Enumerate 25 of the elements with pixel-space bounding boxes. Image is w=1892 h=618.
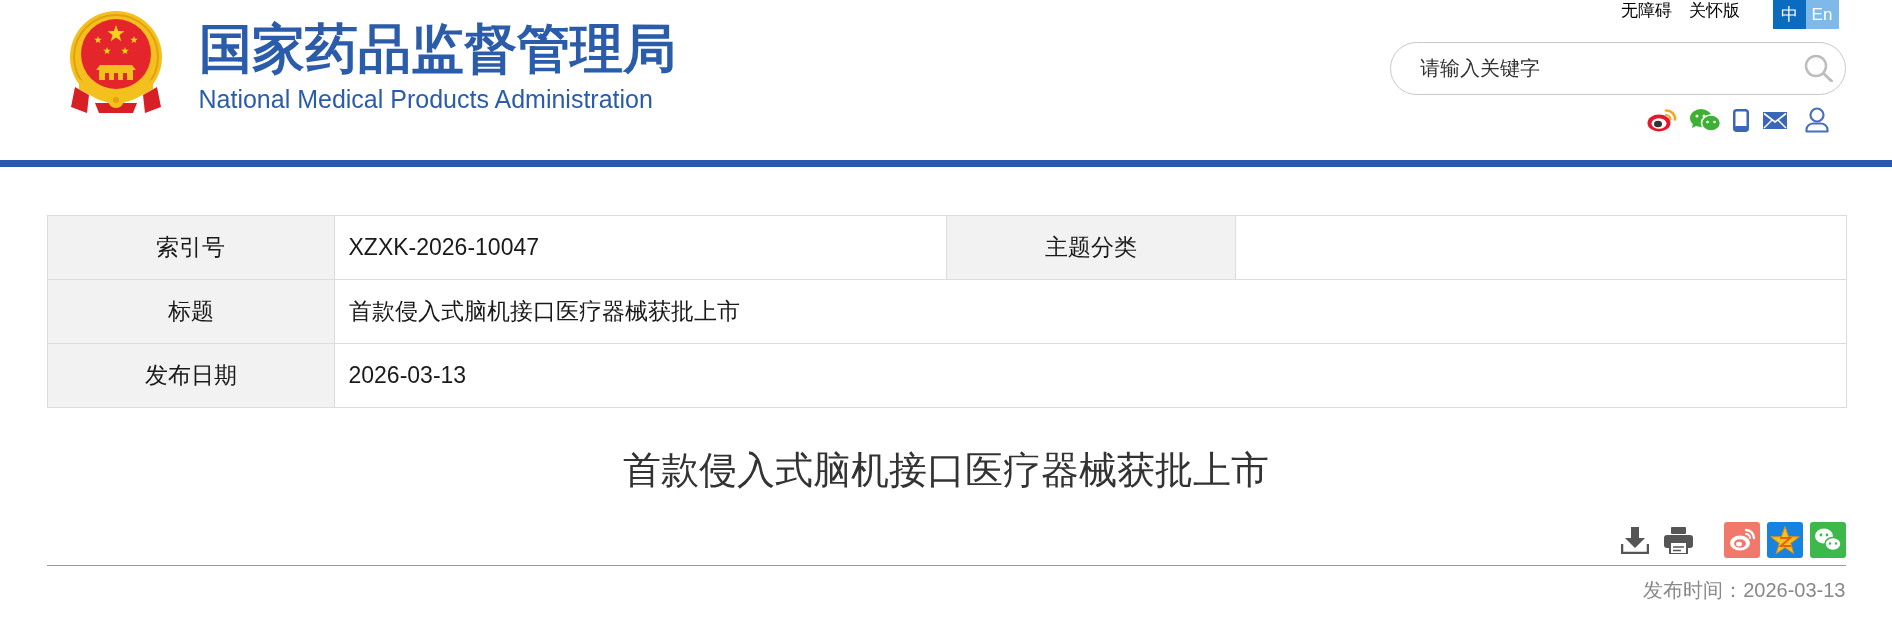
chat-bubbles-icon[interactable] (1689, 108, 1721, 132)
eye-logo-icon[interactable] (1646, 108, 1677, 132)
field-label: 发布日期 (47, 343, 334, 408)
field-label: 索引号 (47, 215, 334, 280)
field-value: 首款侵入式脑机接口医疗器械获批上市 (334, 279, 1846, 344)
field-label: 标题 (47, 279, 334, 344)
header-link[interactable]: 无障碍 (1620, 2, 1672, 19)
user-icon[interactable] (1804, 107, 1829, 133)
site-subtitle: National Medical Products Administration (198, 87, 653, 112)
field-label: 主题分类 (946, 215, 1235, 280)
eye-share-icon[interactable] (1723, 522, 1760, 558)
site-title: 国家药品监督管理局 (198, 22, 676, 75)
publish-time: 发布时间：2026-03-13 (1643, 580, 1846, 600)
language-tab[interactable]: 中 (1772, 0, 1806, 29)
header-link[interactable]: 关怀版 (1688, 2, 1740, 19)
download-icon[interactable] (1620, 526, 1649, 554)
chat-share-icon[interactable] (1809, 522, 1846, 558)
field-value: 2026-03-13 (334, 343, 1846, 408)
field-value: XZXK-2026-10047 (334, 215, 946, 280)
star-share-icon[interactable] (1766, 522, 1803, 558)
article-title: 首款侵入式脑机接口医疗器械获批上市 (623, 451, 1269, 489)
search-field[interactable]: 请输入关键字 (1389, 42, 1846, 95)
phone-icon[interactable] (1732, 108, 1749, 132)
print-icon[interactable] (1663, 526, 1693, 554)
mail-icon[interactable] (1762, 111, 1787, 129)
